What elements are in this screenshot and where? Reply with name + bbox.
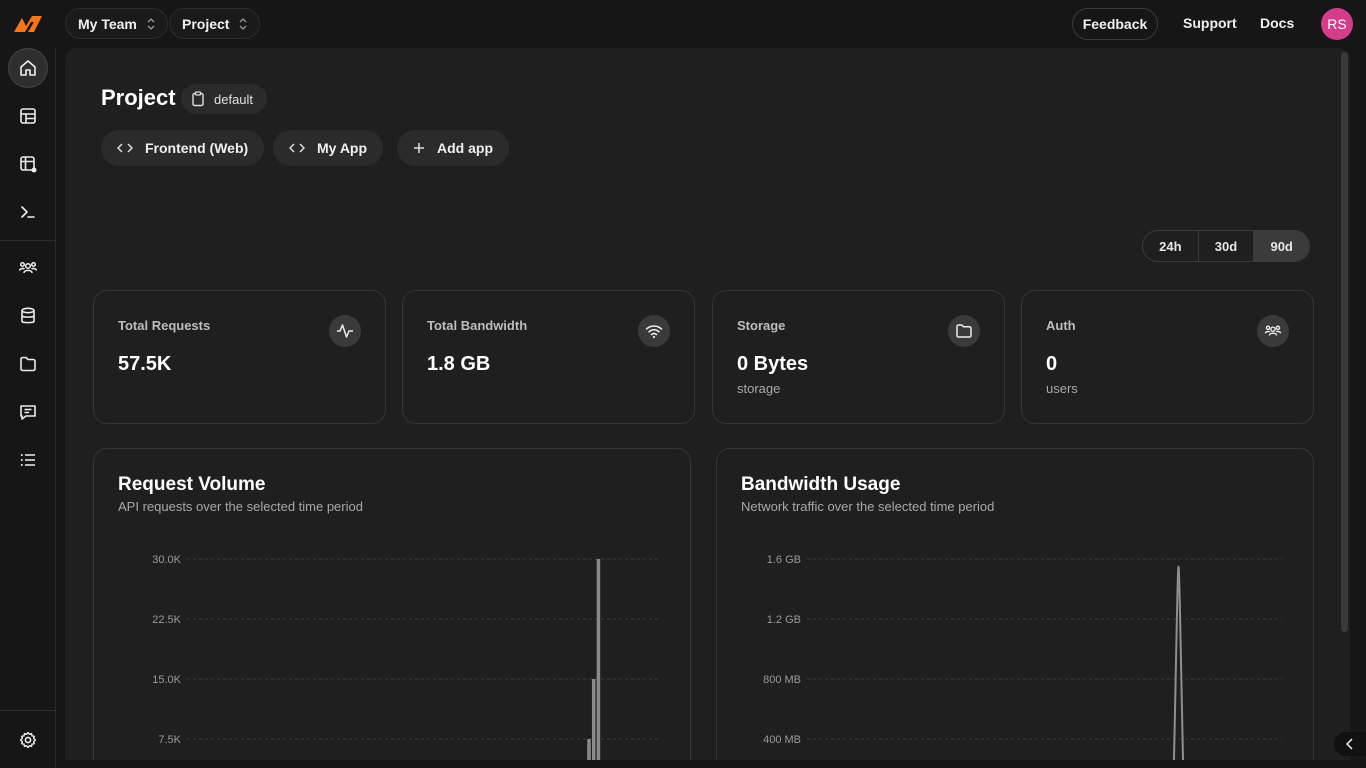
- y-tick-label: 30.0K: [152, 554, 181, 566]
- sidebar-divider: [0, 710, 56, 711]
- sidebar-item-tables[interactable]: [8, 144, 48, 184]
- project-name: Project: [182, 15, 230, 32]
- stat-card-requests: Total Requests 57.5K: [93, 290, 386, 424]
- folder-icon: [20, 356, 36, 372]
- code-icon: [289, 143, 305, 153]
- bandwidth-usage-chart: 1.6 GB 1.2 GB 800 MB 400 MB: [763, 554, 1282, 760]
- y-tick-label: 1.6 GB: [767, 554, 801, 566]
- users-icon: [18, 261, 38, 274]
- stat-sub: storage: [737, 381, 781, 396]
- chevron-updown-icon: [240, 17, 247, 30]
- bar: [587, 739, 591, 760]
- sidebar-item-home[interactable]: [8, 48, 48, 88]
- y-tick-label: 7.5K: [158, 734, 181, 746]
- sidebar-item-users[interactable]: [8, 248, 48, 288]
- y-tick-label: 1.2 GB: [767, 614, 801, 626]
- stat-label: Total Bandwidth: [427, 318, 528, 333]
- bar: [596, 559, 601, 760]
- sidebar-item-messages[interactable]: [8, 392, 48, 432]
- terminal-icon: [21, 206, 35, 218]
- team-selector[interactable]: My Team: [65, 8, 168, 39]
- stat-sub: users: [1046, 381, 1078, 396]
- plus-icon: [414, 143, 424, 153]
- sidebar-item-settings[interactable]: [8, 720, 48, 760]
- sidebar-divider: [0, 240, 56, 241]
- range-30d[interactable]: 30d: [1199, 231, 1255, 261]
- users-icon: [1257, 315, 1289, 347]
- stat-card-auth: Auth 0 users: [1021, 290, 1314, 424]
- stat-value: 1.8 GB: [427, 353, 491, 375]
- docs-link[interactable]: Docs: [1260, 15, 1294, 31]
- message-icon: [20, 405, 36, 420]
- page-title: Project: [101, 85, 176, 110]
- avatar[interactable]: RS: [1321, 8, 1353, 40]
- folder-icon: [948, 315, 980, 347]
- home-icon: [20, 60, 36, 76]
- range-90d[interactable]: 90d: [1254, 231, 1309, 261]
- chevron-left-icon: [1345, 738, 1353, 750]
- bandwidth-usage-card: Bandwidth Usage Network traffic over the…: [716, 448, 1314, 760]
- chevron-updown-icon: [147, 17, 155, 30]
- environment-name: default: [214, 91, 254, 107]
- sidebar-item-layout[interactable]: [8, 96, 48, 136]
- stat-value: 57.5K: [118, 353, 172, 375]
- y-tick-label: 22.5K: [152, 614, 181, 626]
- bar: [591, 679, 596, 760]
- environment-badge[interactable]: default: [181, 84, 268, 114]
- clipboard-icon: [192, 91, 204, 107]
- app-chip-my-app[interactable]: My App: [273, 130, 384, 166]
- sidebar-item-database[interactable]: [8, 296, 48, 336]
- series-line: [1172, 565, 1185, 760]
- stat-label: Total Requests: [118, 318, 211, 333]
- sidebar-item-terminal[interactable]: [8, 192, 48, 232]
- feedback-button[interactable]: Feedback: [1072, 8, 1158, 40]
- top-bar: My Team Project Feedback Support Docs RS: [0, 0, 1366, 48]
- app-chip-label: My App: [317, 140, 368, 156]
- request-volume-chart: 30.0K 22.5K 15.0K 7.5K: [152, 554, 659, 760]
- range-24h[interactable]: 24h: [1143, 231, 1199, 261]
- gear-icon: [19, 731, 37, 749]
- stat-value: 0: [1046, 353, 1058, 375]
- stat-label: Auth: [1046, 318, 1076, 333]
- stat-card-bandwidth: Total Bandwidth 1.8 GB: [402, 290, 695, 424]
- scrollbar[interactable]: [1341, 52, 1348, 632]
- logo-icon[interactable]: [12, 12, 44, 36]
- support-link[interactable]: Support: [1183, 15, 1237, 31]
- main-panel: Project default Frontend (Web) My App Ad…: [65, 48, 1350, 760]
- add-app-label: Add app: [437, 140, 493, 156]
- stat-label: Storage: [737, 318, 786, 333]
- y-tick-label: 400 MB: [763, 734, 801, 746]
- stat-card-storage: Storage 0 Bytes storage: [712, 290, 1005, 424]
- project-selector[interactable]: Project: [169, 8, 261, 39]
- app-chip-label: Frontend (Web): [145, 140, 249, 156]
- app-chip-frontend[interactable]: Frontend (Web): [101, 130, 265, 166]
- layout-icon: [20, 108, 36, 124]
- database-icon: [21, 307, 35, 324]
- table-edit-icon: [20, 156, 37, 173]
- team-name: My Team: [78, 15, 137, 32]
- y-tick-label: 800 MB: [763, 674, 801, 686]
- sidebar-item-logs[interactable]: [8, 440, 48, 480]
- request-volume-card: Request Volume API requests over the sel…: [93, 448, 691, 760]
- sidebar-item-storage[interactable]: [8, 344, 48, 384]
- list-icon: [20, 454, 35, 466]
- collapse-panel-button[interactable]: [1334, 732, 1366, 756]
- code-icon: [117, 143, 133, 153]
- wifi-icon: [638, 315, 670, 347]
- sidebar: [0, 48, 56, 768]
- time-range-toggle: 24h 30d 90d: [1142, 230, 1310, 262]
- stat-value: 0 Bytes: [737, 353, 809, 375]
- activity-icon: [329, 315, 361, 347]
- add-app-button[interactable]: Add app: [397, 130, 509, 166]
- y-tick-label: 15.0K: [152, 674, 181, 686]
